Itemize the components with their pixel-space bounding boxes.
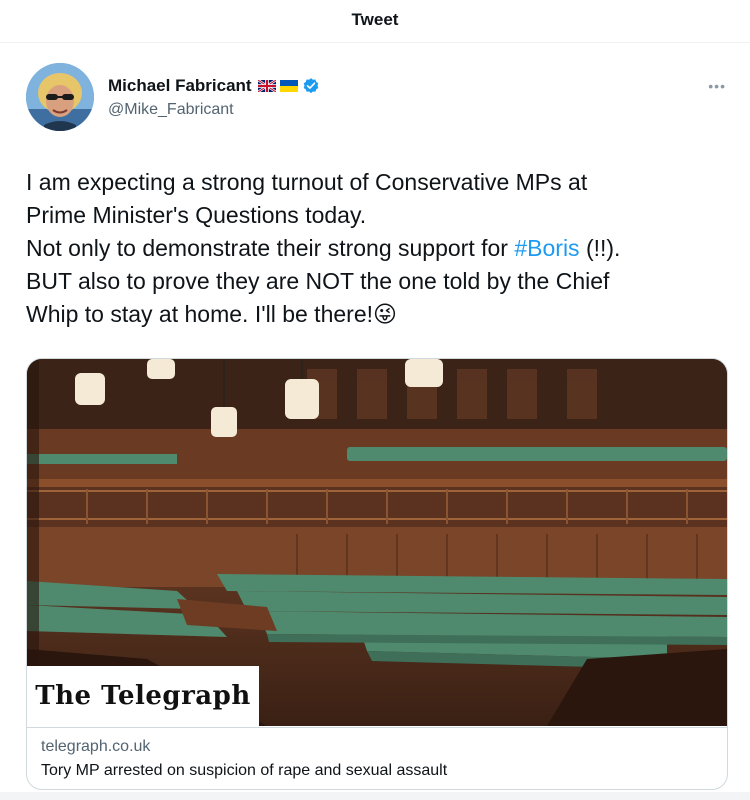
tweet-line: Not only to demonstrate their strong sup… [26, 232, 726, 265]
hashtag-link[interactable]: #Boris [514, 235, 579, 261]
tweet-line-text: Whip to stay at home. I'll be there! [26, 301, 373, 327]
tweet-text: I am expecting a strong turnout of Conse… [26, 166, 726, 331]
bottom-bar [0, 792, 750, 800]
verified-badge-icon [303, 78, 318, 94]
ukraine-flag-icon [279, 80, 298, 92]
avatar-image [26, 63, 94, 131]
tweet-line: BUT also to prove they are NOT the one t… [26, 268, 610, 294]
uk-flag-icon [257, 80, 276, 92]
link-card[interactable]: The Telegraph telegraph.co.uk Tory MP ar… [26, 358, 728, 790]
avatar[interactable] [26, 63, 94, 131]
author-name[interactable]: Michael Fabricant [108, 76, 252, 96]
more-options-icon[interactable]: ••• [708, 78, 726, 94]
page-title: Tweet [351, 10, 399, 29]
tweet-line-text: Not only to demonstrate their strong sup… [26, 235, 515, 261]
card-domain: telegraph.co.uk [41, 738, 151, 755]
telegraph-logo: The Telegraph [27, 666, 259, 726]
tweet-line: Whip to stay at home. I'll be there!😜 [26, 298, 726, 331]
winking-tongue-emoji: 😜 [373, 301, 397, 327]
brand-text: The Telegraph [35, 681, 251, 711]
card-title[interactable]: Tory MP arrested on suspicion of rape an… [41, 762, 447, 780]
tweet-line-text: (!!). [579, 235, 621, 261]
author-badges [257, 77, 320, 95]
tweet-line: I am expecting a strong turnout of Conse… [26, 169, 588, 195]
header-divider [0, 42, 750, 43]
author-handle[interactable]: @Mike_Fabricant [108, 101, 234, 119]
tweet-line: Prime Minister's Questions today. [26, 202, 367, 228]
author-name-row[interactable]: Michael Fabricant [108, 76, 320, 96]
card-meta[interactable]: telegraph.co.uk Tory MP arrested on susp… [27, 727, 727, 789]
